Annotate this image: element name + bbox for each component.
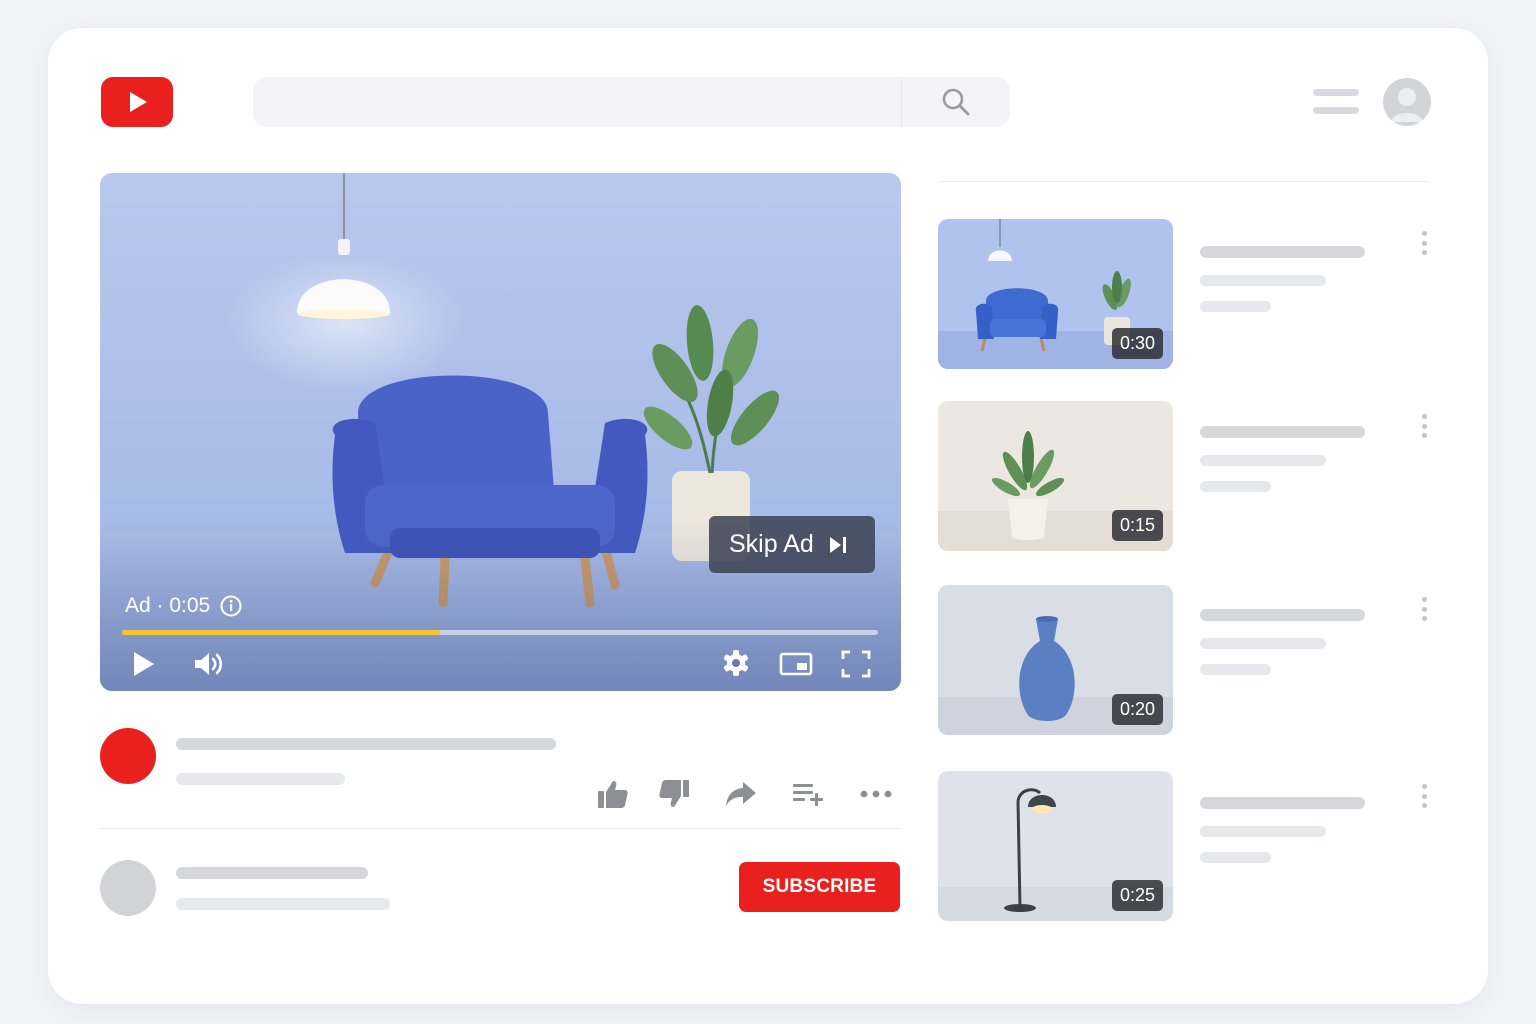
video-duration: 0:20: [1111, 694, 1163, 725]
dislike-icon[interactable]: [656, 776, 692, 812]
skip-ad-button[interactable]: Skip Ad: [709, 516, 875, 573]
more-icon[interactable]: [858, 776, 894, 812]
search-bar: [253, 77, 1010, 127]
recommended-thumbnail-2[interactable]: 0:15: [938, 401, 1173, 551]
recommended-thumbnail-4[interactable]: 0:25: [938, 771, 1173, 921]
video-duration: 0:15: [1111, 510, 1163, 541]
search-input[interactable]: [253, 77, 901, 127]
youtube-logo[interactable]: [101, 77, 173, 127]
more-vertical-icon[interactable]: [1414, 781, 1434, 811]
subscribe-button[interactable]: SUBSCRIBE: [739, 862, 900, 912]
video-duration: 0:25: [1111, 880, 1163, 911]
ad-timer-label: Ad · 0:05: [125, 594, 211, 617]
ad-progress-bar[interactable]: [122, 630, 878, 635]
video-duration: 0:30: [1111, 328, 1163, 359]
add-to-playlist-icon[interactable]: [790, 776, 826, 812]
ad-timer: Ad · 0:05: [125, 594, 242, 618]
recommended-thumbnail-3[interactable]: 0:20: [938, 585, 1173, 735]
recommended-title-placeholder: [1200, 426, 1365, 438]
recommended-channel-placeholder: [1200, 275, 1326, 286]
recommended-meta-placeholder: [1200, 481, 1271, 492]
ad-progress-fill: [122, 630, 440, 635]
video-meta-placeholder: [176, 773, 345, 785]
recommended-title-placeholder: [1200, 246, 1365, 258]
recommended-thumbnail-1[interactable]: 0:30: [938, 219, 1173, 369]
channel-avatar[interactable]: [100, 728, 156, 784]
recommended-channel-placeholder: [1200, 455, 1326, 466]
divider: [100, 828, 901, 829]
info-icon[interactable]: [220, 595, 242, 617]
recommended-meta-placeholder: [1200, 301, 1271, 312]
recommended-channel-placeholder: [1200, 638, 1326, 649]
share-icon[interactable]: [723, 776, 759, 812]
recommended-channel-placeholder: [1200, 826, 1326, 837]
channel-subscribers-placeholder: [176, 898, 390, 910]
recommended-meta-placeholder: [1200, 664, 1271, 675]
fullscreen-icon[interactable]: [838, 647, 874, 681]
search-button[interactable]: [901, 77, 1010, 127]
play-logo-icon: [130, 92, 147, 112]
more-vertical-icon[interactable]: [1414, 228, 1434, 258]
play-icon[interactable]: [128, 648, 160, 680]
channel-avatar-placeholder[interactable]: [100, 860, 156, 916]
sidebar-divider: [938, 181, 1430, 182]
more-vertical-icon[interactable]: [1414, 411, 1434, 441]
channel-name-placeholder: [176, 867, 368, 879]
recommended-title-placeholder: [1200, 797, 1365, 809]
video-title-placeholder: [176, 738, 556, 750]
hamburger-icon[interactable]: [1313, 89, 1359, 117]
skip-ad-label: Skip Ad: [729, 530, 814, 558]
recommended-meta-placeholder: [1200, 852, 1271, 863]
search-icon: [942, 88, 970, 116]
recommended-title-placeholder: [1200, 609, 1365, 621]
more-vertical-icon[interactable]: [1414, 594, 1434, 624]
settings-icon[interactable]: [720, 647, 752, 679]
volume-icon[interactable]: [190, 646, 228, 682]
skip-next-icon: [829, 536, 846, 553]
miniplayer-icon[interactable]: [776, 648, 816, 680]
like-icon[interactable]: [595, 776, 631, 812]
user-avatar-icon[interactable]: [1383, 78, 1431, 126]
